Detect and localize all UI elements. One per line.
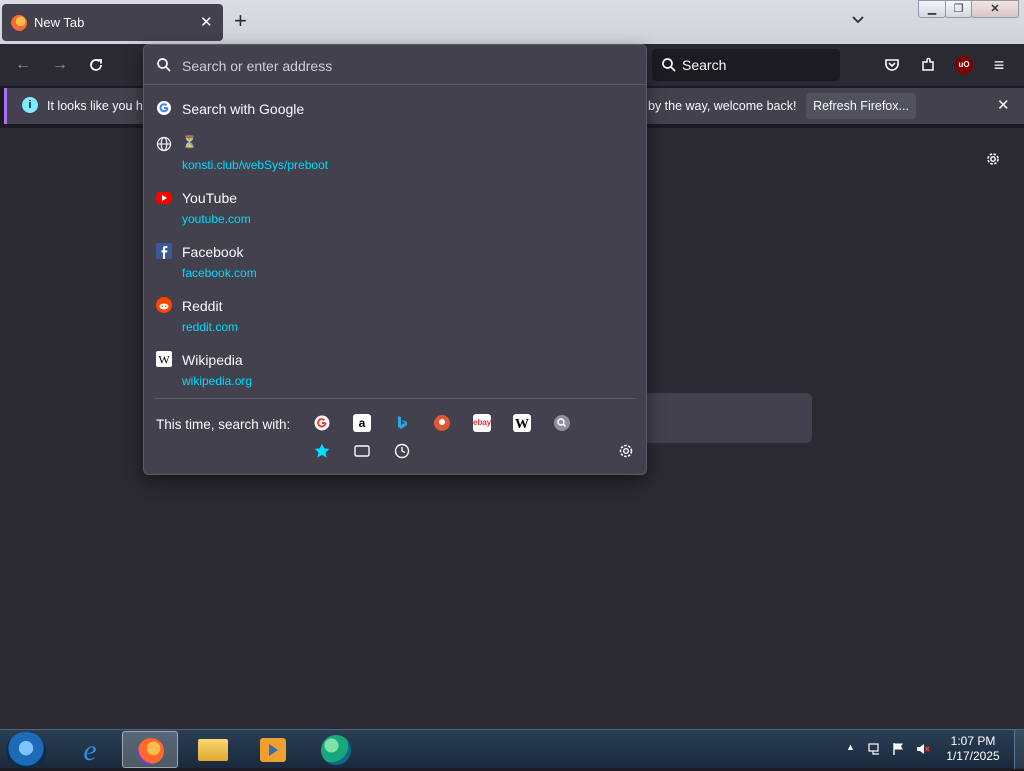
google-icon <box>157 101 171 115</box>
urlbar-dropdown: Search or enter address Search with Goog… <box>143 44 647 475</box>
duckduckgo-engine-icon[interactable] <box>433 414 451 432</box>
result-row[interactable]: W Wikipedia wikipedia.org <box>144 347 646 393</box>
result-title: Wikipedia <box>182 352 243 368</box>
result-title: Reddit <box>182 298 223 314</box>
history-clock-icon[interactable] <box>393 442 411 460</box>
clock-date: 1/17/2025 <box>946 749 1000 763</box>
volume-muted-icon[interactable] <box>915 741 931 757</box>
facebook-icon <box>156 243 172 259</box>
url-input[interactable]: Search or enter address <box>144 45 646 85</box>
tabs-icon[interactable] <box>353 442 371 460</box>
media-player-taskbar-icon[interactable] <box>245 731 301 768</box>
page-settings-gear-icon[interactable] <box>984 150 1002 168</box>
result-row[interactable]: YouTube youtube.com <box>144 185 646 231</box>
action-center-flag-icon[interactable] <box>891 741 907 757</box>
new-tab-plus-icon[interactable]: + <box>234 9 247 33</box>
page-search-box[interactable] <box>640 393 812 443</box>
svg-text:W: W <box>515 417 529 432</box>
result-title: ⏳ <box>182 135 197 149</box>
wikipedia-engine-icon[interactable]: W <box>513 414 531 432</box>
start-button[interactable] <box>6 732 46 768</box>
tab-close-icon[interactable]: ✕ <box>200 13 213 31</box>
hamburger-menu-icon[interactable]: ≡ <box>990 56 1008 74</box>
result-row[interactable]: ⏳ konsti.club/webSys/preboot <box>144 131 646 177</box>
result-url: reddit.com <box>182 320 239 334</box>
youtube-icon <box>156 192 172 204</box>
window-close-button[interactable]: ✕ <box>971 0 1019 18</box>
window-minimize-button[interactable]: ▁ <box>918 0 946 18</box>
result-url: wikipedia.org <box>182 374 253 388</box>
reddit-icon <box>156 297 172 313</box>
search-settings-gear-icon[interactable] <box>617 442 635 460</box>
search-icon <box>157 58 171 72</box>
refresh-firefox-button[interactable]: Refresh Firefox... <box>806 93 916 119</box>
internet-explorer-taskbar-icon[interactable]: e <box>62 731 118 768</box>
list-all-tabs-chevron-icon[interactable] <box>850 12 866 28</box>
tab-new-tab[interactable]: New Tab ✕ <box>2 4 223 41</box>
result-row[interactable]: Facebook facebook.com <box>144 239 646 285</box>
info-icon: i <box>22 97 38 113</box>
search-with-google-row[interactable]: Search with Google <box>144 93 646 125</box>
tab-title: New Tab <box>34 15 85 30</box>
notification-close-icon[interactable]: ✕ <box>997 96 1010 114</box>
google-engine-icon[interactable] <box>313 414 331 432</box>
windows-taskbar: e ▲ 1:07 PM 1/17/2025 <box>0 729 1024 769</box>
firefox-taskbar-icon[interactable] <box>122 731 178 768</box>
svg-text:W: W <box>158 353 170 367</box>
search-bar-placeholder: Search <box>682 57 727 73</box>
search-icon <box>662 58 676 72</box>
result-url: facebook.com <box>182 266 257 280</box>
notification-message-start: It looks like you ha <box>47 99 150 113</box>
result-url: youtube.com <box>182 212 251 226</box>
show-hidden-icons-arrow-icon[interactable]: ▲ <box>846 742 855 752</box>
bookmarks-star-icon[interactable] <box>313 442 331 460</box>
pocket-icon[interactable] <box>883 56 901 74</box>
show-desktop-button[interactable] <box>1014 730 1024 769</box>
divider <box>154 398 636 399</box>
network-tray-icon[interactable] <box>867 741 883 757</box>
result-title: Facebook <box>182 244 244 260</box>
window-maximize-button[interactable]: ❐ <box>945 0 972 18</box>
result-row[interactable]: Reddit reddit.com <box>144 293 646 339</box>
url-input-placeholder: Search or enter address <box>182 58 333 74</box>
result-url: konsti.club/webSys/preboot <box>182 158 329 172</box>
notification-message-end: by the way, welcome back! <box>648 99 797 113</box>
firefox-icon <box>11 15 27 31</box>
taskbar-clock[interactable]: 1:07 PM 1/17/2025 <box>938 734 1008 764</box>
extensions-puzzle-icon[interactable] <box>919 56 937 74</box>
search-with-google-label: Search with Google <box>182 101 305 117</box>
tab-strip: New Tab ✕ + ▁ ❐ ✕ <box>0 0 1024 44</box>
forward-arrow-icon[interactable]: → <box>51 56 69 74</box>
this-time-search-with-label: This time, search with: <box>156 417 291 432</box>
back-arrow-icon[interactable]: ← <box>14 56 32 74</box>
amazon-engine-icon[interactable]: a <box>353 414 371 432</box>
ublock-origin-icon[interactable]: uO <box>955 56 973 74</box>
edge-taskbar-icon[interactable] <box>308 731 364 768</box>
reload-icon[interactable] <box>87 56 105 74</box>
file-explorer-taskbar-icon[interactable] <box>185 731 241 768</box>
wikipedia-icon: W <box>156 351 172 367</box>
ebay-engine-icon[interactable]: ebay <box>473 414 491 432</box>
clock-time: 1:07 PM <box>950 734 996 748</box>
globe-icon <box>156 136 172 152</box>
bing-engine-icon[interactable] <box>393 414 411 432</box>
svg-text:e: e <box>83 734 96 767</box>
result-title: YouTube <box>182 190 238 206</box>
search-bar[interactable]: Search <box>652 49 840 81</box>
generic-search-engine-icon[interactable] <box>553 414 571 432</box>
